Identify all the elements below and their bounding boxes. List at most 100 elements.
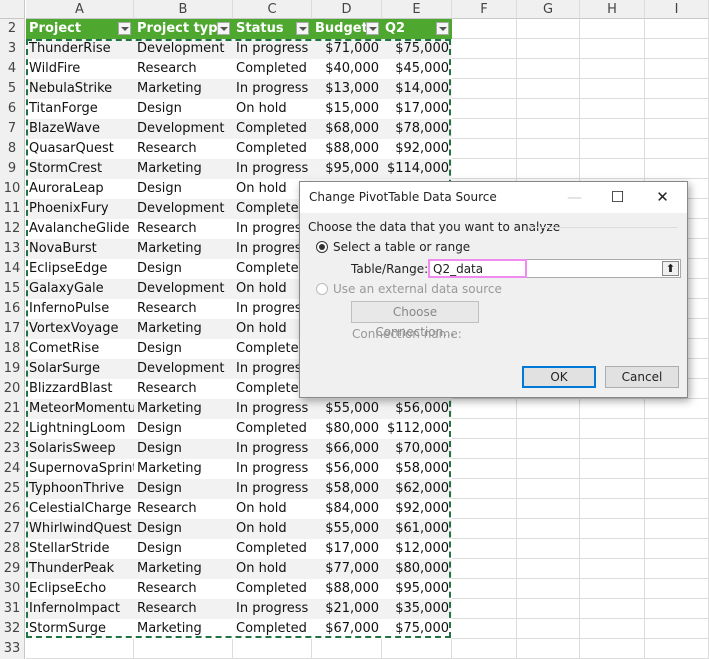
cell[interactable]: StellarStride — [26, 539, 134, 559]
cell[interactable]: TyphoonThrive — [26, 479, 134, 499]
row-number[interactable]: 5 — [0, 79, 25, 99]
row-number[interactable]: 7 — [0, 119, 25, 139]
cell[interactable] — [645, 599, 709, 619]
cell[interactable]: Research — [134, 599, 233, 619]
cell[interactable]: Development — [134, 119, 233, 139]
cell[interactable]: $88,000 — [312, 139, 382, 159]
cell[interactable]: Design — [134, 479, 233, 499]
cell[interactable]: $55,000 — [312, 399, 382, 419]
cell[interactable]: Development — [134, 39, 233, 59]
cell[interactable]: Design — [134, 99, 233, 119]
cell[interactable]: $12,000 — [382, 539, 452, 559]
cell[interactable]: $58,000 — [312, 479, 382, 499]
filter-dropdown-icon[interactable] — [366, 22, 379, 35]
row-number[interactable]: 13 — [0, 239, 25, 259]
cell[interactable]: On hold — [233, 519, 312, 539]
table-range-input[interactable]: Q2_data ⬆ — [428, 259, 681, 278]
cell[interactable] — [517, 59, 580, 79]
cell[interactable] — [580, 79, 645, 99]
cell[interactable] — [645, 579, 709, 599]
cancel-button[interactable]: Cancel — [605, 366, 679, 388]
cell[interactable]: $92,000 — [382, 139, 452, 159]
cell[interactable]: WildFire — [26, 59, 134, 79]
filter-dropdown-icon[interactable] — [118, 22, 131, 35]
row-number[interactable]: 32 — [0, 619, 25, 639]
cell[interactable] — [645, 99, 709, 119]
cell[interactable] — [580, 399, 645, 419]
cell[interactable]: EclipseEdge — [26, 259, 134, 279]
cell[interactable]: In progress — [233, 439, 312, 459]
row-number[interactable]: 8 — [0, 139, 25, 159]
row-number[interactable]: 10 — [0, 179, 25, 199]
cell[interactable] — [645, 639, 709, 659]
cell[interactable] — [580, 39, 645, 59]
cell[interactable] — [645, 79, 709, 99]
cell[interactable]: BlazeWave — [26, 119, 134, 139]
cell[interactable]: StormCrest — [26, 159, 134, 179]
cell[interactable] — [452, 559, 517, 579]
cell[interactable]: Research — [134, 59, 233, 79]
cell[interactable]: $17,000 — [382, 99, 452, 119]
cell[interactable]: AuroraLeap — [26, 179, 134, 199]
cell[interactable] — [517, 619, 580, 639]
cell[interactable]: Research — [134, 219, 233, 239]
cell[interactable] — [645, 159, 709, 179]
cell[interactable] — [580, 439, 645, 459]
cell[interactable]: CometRise — [26, 339, 134, 359]
cell[interactable]: $61,000 — [382, 519, 452, 539]
cell[interactable]: $56,000 — [312, 459, 382, 479]
maximize-button[interactable]: ☐ — [595, 182, 640, 213]
cell[interactable]: $88,000 — [312, 579, 382, 599]
cell[interactable] — [517, 139, 580, 159]
cell[interactable] — [580, 539, 645, 559]
cell[interactable] — [517, 119, 580, 139]
cell[interactable]: $58,000 — [382, 459, 452, 479]
cell[interactable]: $17,000 — [312, 539, 382, 559]
row-number[interactable]: 29 — [0, 559, 25, 579]
cell[interactable] — [452, 579, 517, 599]
cell[interactable] — [452, 159, 517, 179]
cell[interactable] — [645, 39, 709, 59]
row-number[interactable]: 21 — [0, 399, 25, 419]
cell[interactable] — [645, 499, 709, 519]
cell[interactable] — [517, 519, 580, 539]
choose-connection-button[interactable]: Choose Connection... — [351, 301, 479, 339]
cell[interactable] — [580, 159, 645, 179]
cell[interactable] — [580, 19, 645, 39]
cell[interactable] — [517, 159, 580, 179]
row-number[interactable]: 28 — [0, 539, 25, 559]
row-number[interactable]: 33 — [0, 639, 25, 659]
close-button[interactable]: ✕ — [640, 182, 685, 213]
dialog-titlebar[interactable]: Change PivotTable Data Source — ☐ ✕ — [300, 182, 687, 213]
column-header-G[interactable]: G — [517, 0, 580, 19]
cell[interactable]: Design — [134, 259, 233, 279]
cell[interactable]: Marketing — [134, 559, 233, 579]
cell[interactable]: GalaxyGale — [26, 279, 134, 299]
cell[interactable]: WhirlwindQuest — [26, 519, 134, 539]
cell[interactable]: $77,000 — [312, 559, 382, 579]
cell[interactable] — [452, 399, 517, 419]
cell[interactable]: $56,000 — [382, 399, 452, 419]
cell[interactable]: Marketing — [134, 399, 233, 419]
cell[interactable]: $78,000 — [382, 119, 452, 139]
cell[interactable]: NebulaStrike — [26, 79, 134, 99]
cell[interactable]: Research — [134, 579, 233, 599]
radio-external-source-label[interactable]: Use an external data source — [333, 282, 502, 296]
cell[interactable]: $55,000 — [312, 519, 382, 539]
cell[interactable]: $75,000 — [382, 39, 452, 59]
cell[interactable] — [517, 459, 580, 479]
cell[interactable] — [517, 579, 580, 599]
table-header-cell[interactable]: Budget — [312, 19, 382, 39]
cell[interactable] — [580, 419, 645, 439]
column-header-A[interactable]: A — [26, 0, 134, 19]
filter-dropdown-icon[interactable] — [217, 22, 230, 35]
collapse-dialog-button[interactable]: ⬆ — [662, 261, 679, 276]
column-header-H[interactable]: H — [580, 0, 645, 19]
cell[interactable]: $66,000 — [312, 439, 382, 459]
column-header-D[interactable]: D — [312, 0, 382, 19]
cell[interactable] — [645, 479, 709, 499]
cell[interactable]: MeteorMomentu — [26, 399, 134, 419]
column-header-E[interactable]: E — [382, 0, 452, 19]
cell[interactable] — [233, 639, 312, 659]
column-header-F[interactable]: F — [452, 0, 517, 19]
